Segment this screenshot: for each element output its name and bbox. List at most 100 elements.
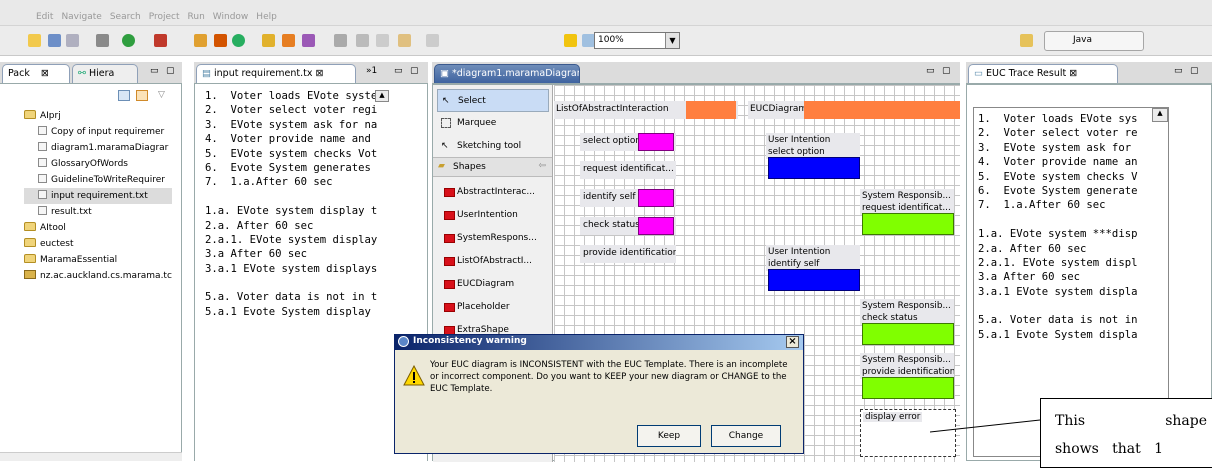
user-intention-shape[interactable] — [768, 269, 860, 291]
text-line: 7. 1.a.After 60 sec — [978, 199, 1106, 212]
prev-annotation-icon[interactable] — [356, 34, 369, 47]
close-icon[interactable]: ⊠ — [1069, 68, 1077, 79]
euc-diagram-shape[interactable]: EUCDiagram — [748, 101, 960, 119]
maximize-icon[interactable]: ▢ — [942, 66, 951, 76]
print-icon[interactable] — [66, 34, 79, 47]
tab-package-explorer[interactable]: Pack ⊠ — [2, 64, 70, 83]
class-icon[interactable] — [214, 34, 227, 47]
maximize-icon[interactable]: ▢ — [1190, 66, 1199, 76]
menu-item[interactable]: Window — [213, 12, 249, 22]
open-perspective-icon[interactable] — [1020, 34, 1033, 47]
tree-item[interactable]: MaramaEssential — [24, 252, 172, 268]
close-icon[interactable]: ⊠ — [316, 68, 324, 79]
tab-hierarchy[interactable]: ⚯ Hiera — [72, 64, 138, 83]
abstract-interaction-item[interactable]: provide identification — [580, 245, 676, 263]
close-icon[interactable]: ⊠ — [41, 68, 49, 79]
tree-item[interactable]: AItool — [24, 220, 172, 236]
scroll-up-icon[interactable]: ▲ — [375, 90, 389, 102]
marquee-tool[interactable]: Marquee — [437, 112, 549, 135]
pencil-icon[interactable] — [302, 34, 315, 47]
tree-item[interactable]: GlossaryOfWords — [24, 156, 172, 172]
tree-item[interactable]: input requirement.txt — [24, 188, 172, 204]
system-responsibility-shape[interactable] — [862, 213, 954, 235]
user-intention-label: User Intention identify self — [766, 245, 860, 271]
run-icon[interactable] — [122, 34, 135, 47]
menu-item[interactable]: Run — [188, 12, 205, 22]
maximize-icon[interactable]: ▢ — [166, 66, 175, 76]
minimize-icon[interactable]: ▭ — [1174, 66, 1183, 76]
palette-shape-item[interactable]: ListOfAbstractI... — [437, 250, 549, 273]
tree-item[interactable]: AIprj — [24, 108, 172, 124]
collapse-all-icon[interactable] — [118, 90, 130, 101]
palette-shape-item[interactable]: EUCDiagram — [437, 273, 549, 296]
tab-input-requirement[interactable]: ▤ input requirement.tx ⊠ — [196, 64, 356, 83]
abstract-interaction-item[interactable]: request identificat... — [580, 161, 676, 179]
menu-item[interactable]: Search — [110, 12, 141, 22]
minimize-icon[interactable]: ▭ — [150, 66, 159, 76]
menu-item[interactable]: Project — [149, 12, 180, 22]
editor-text[interactable]: 1. Voter loads EVote syste 2. Voter selec… — [205, 89, 411, 459]
back-icon[interactable] — [398, 34, 411, 47]
link-editor-icon[interactable] — [136, 90, 148, 101]
close-button[interactable]: × — [786, 336, 799, 348]
tree-item[interactable]: nz.ac.auckland.cs.marama.tc — [24, 268, 172, 284]
check-icon[interactable] — [564, 34, 577, 47]
collapse-icon[interactable]: ⇦ — [538, 161, 546, 171]
tab-diagram[interactable]: ▣ *diagram1.maramaDiagram ⊠ — [434, 64, 580, 83]
maximize-icon[interactable]: ▢ — [410, 66, 419, 76]
shape-label: AbstractInterac... — [457, 187, 535, 197]
forward-icon[interactable] — [426, 34, 439, 47]
open-folder-icon[interactable] — [282, 34, 295, 47]
list-of-abstract-interaction-shape[interactable]: ListOfAbstractInteraction — [554, 101, 738, 119]
abstract-interaction-item[interactable]: identify self — [580, 189, 676, 207]
zoom-combo[interactable]: 100% ▼ — [594, 32, 680, 49]
text-line — [978, 213, 1166, 227]
new-class-icon[interactable] — [232, 34, 245, 47]
palette-shape-item[interactable]: UserIntention — [437, 204, 549, 227]
text-line: 3.a After 60 sec — [978, 271, 1081, 284]
chevron-down-icon[interactable]: ▼ — [665, 33, 679, 48]
open-type-icon[interactable] — [262, 34, 275, 47]
save-icon[interactable] — [48, 34, 61, 47]
scroll-up-icon[interactable]: ▲ — [1152, 108, 1168, 122]
system-responsibility-shape[interactable] — [862, 323, 954, 345]
palette-shape-item[interactable]: SystemRespons... — [437, 227, 549, 250]
palette-shape-item[interactable]: Placeholder — [437, 296, 549, 319]
menu-item[interactable]: Navigate — [61, 12, 101, 22]
minimize-icon[interactable]: ▭ — [394, 66, 403, 76]
menu-item[interactable]: Help — [256, 12, 277, 22]
perspective-label: Java — [1073, 35, 1093, 45]
tab-euc-trace-result[interactable]: ▭ EUC Trace Result ⊠ — [968, 64, 1118, 83]
tree-item[interactable]: Copy of input requiremer — [24, 124, 172, 140]
new-icon[interactable] — [28, 34, 41, 47]
view-menu-icon[interactable]: ▽ — [158, 90, 168, 101]
select-tool[interactable]: ↖ Select — [437, 89, 549, 112]
next-annotation-icon[interactable] — [334, 34, 347, 47]
user-intention-shape[interactable] — [768, 157, 860, 179]
palette-shape-item[interactable]: AbstractInterac... — [437, 181, 549, 204]
tree-item[interactable]: diagram1.maramaDiagrar — [24, 140, 172, 156]
last-edit-icon[interactable] — [376, 34, 389, 47]
horizontal-scrollbar[interactable] — [0, 452, 182, 461]
tree-item[interactable]: GuidelineToWriteRequirer — [24, 172, 172, 188]
abstract-interaction-item[interactable]: check status — [580, 217, 676, 235]
build-icon[interactable] — [96, 34, 109, 47]
text-line: 7. 1.a.After 60 sec — [205, 176, 333, 189]
text-line: 5.a.1 Evote System displa — [978, 328, 1138, 341]
abstract-interaction-item[interactable]: select option — [580, 133, 676, 151]
text-editor[interactable]: 1. Voter loads EVote syste 2. Voter selec… — [194, 84, 428, 461]
java-perspective-button[interactable]: Java — [1044, 31, 1144, 51]
sketching-tool[interactable]: ↖ Sketching tool — [437, 135, 549, 158]
tree-item[interactable]: result.txt — [24, 204, 172, 220]
tool-label: Sketching tool — [457, 141, 522, 151]
debug-icon[interactable] — [154, 34, 167, 47]
shapes-drawer-header[interactable]: ▰ Shapes ⇦ — [433, 157, 552, 177]
menu-item[interactable]: Edit — [36, 12, 53, 22]
system-responsibility-shape[interactable] — [862, 377, 954, 399]
tab-overflow[interactable]: »1 — [366, 66, 377, 76]
package-icon[interactable] — [194, 34, 207, 47]
keep-button[interactable]: Keep — [637, 425, 701, 447]
tree-item[interactable]: euctest — [24, 236, 172, 252]
minimize-icon[interactable]: ▭ — [926, 66, 935, 76]
change-button[interactable]: Change — [711, 425, 781, 447]
